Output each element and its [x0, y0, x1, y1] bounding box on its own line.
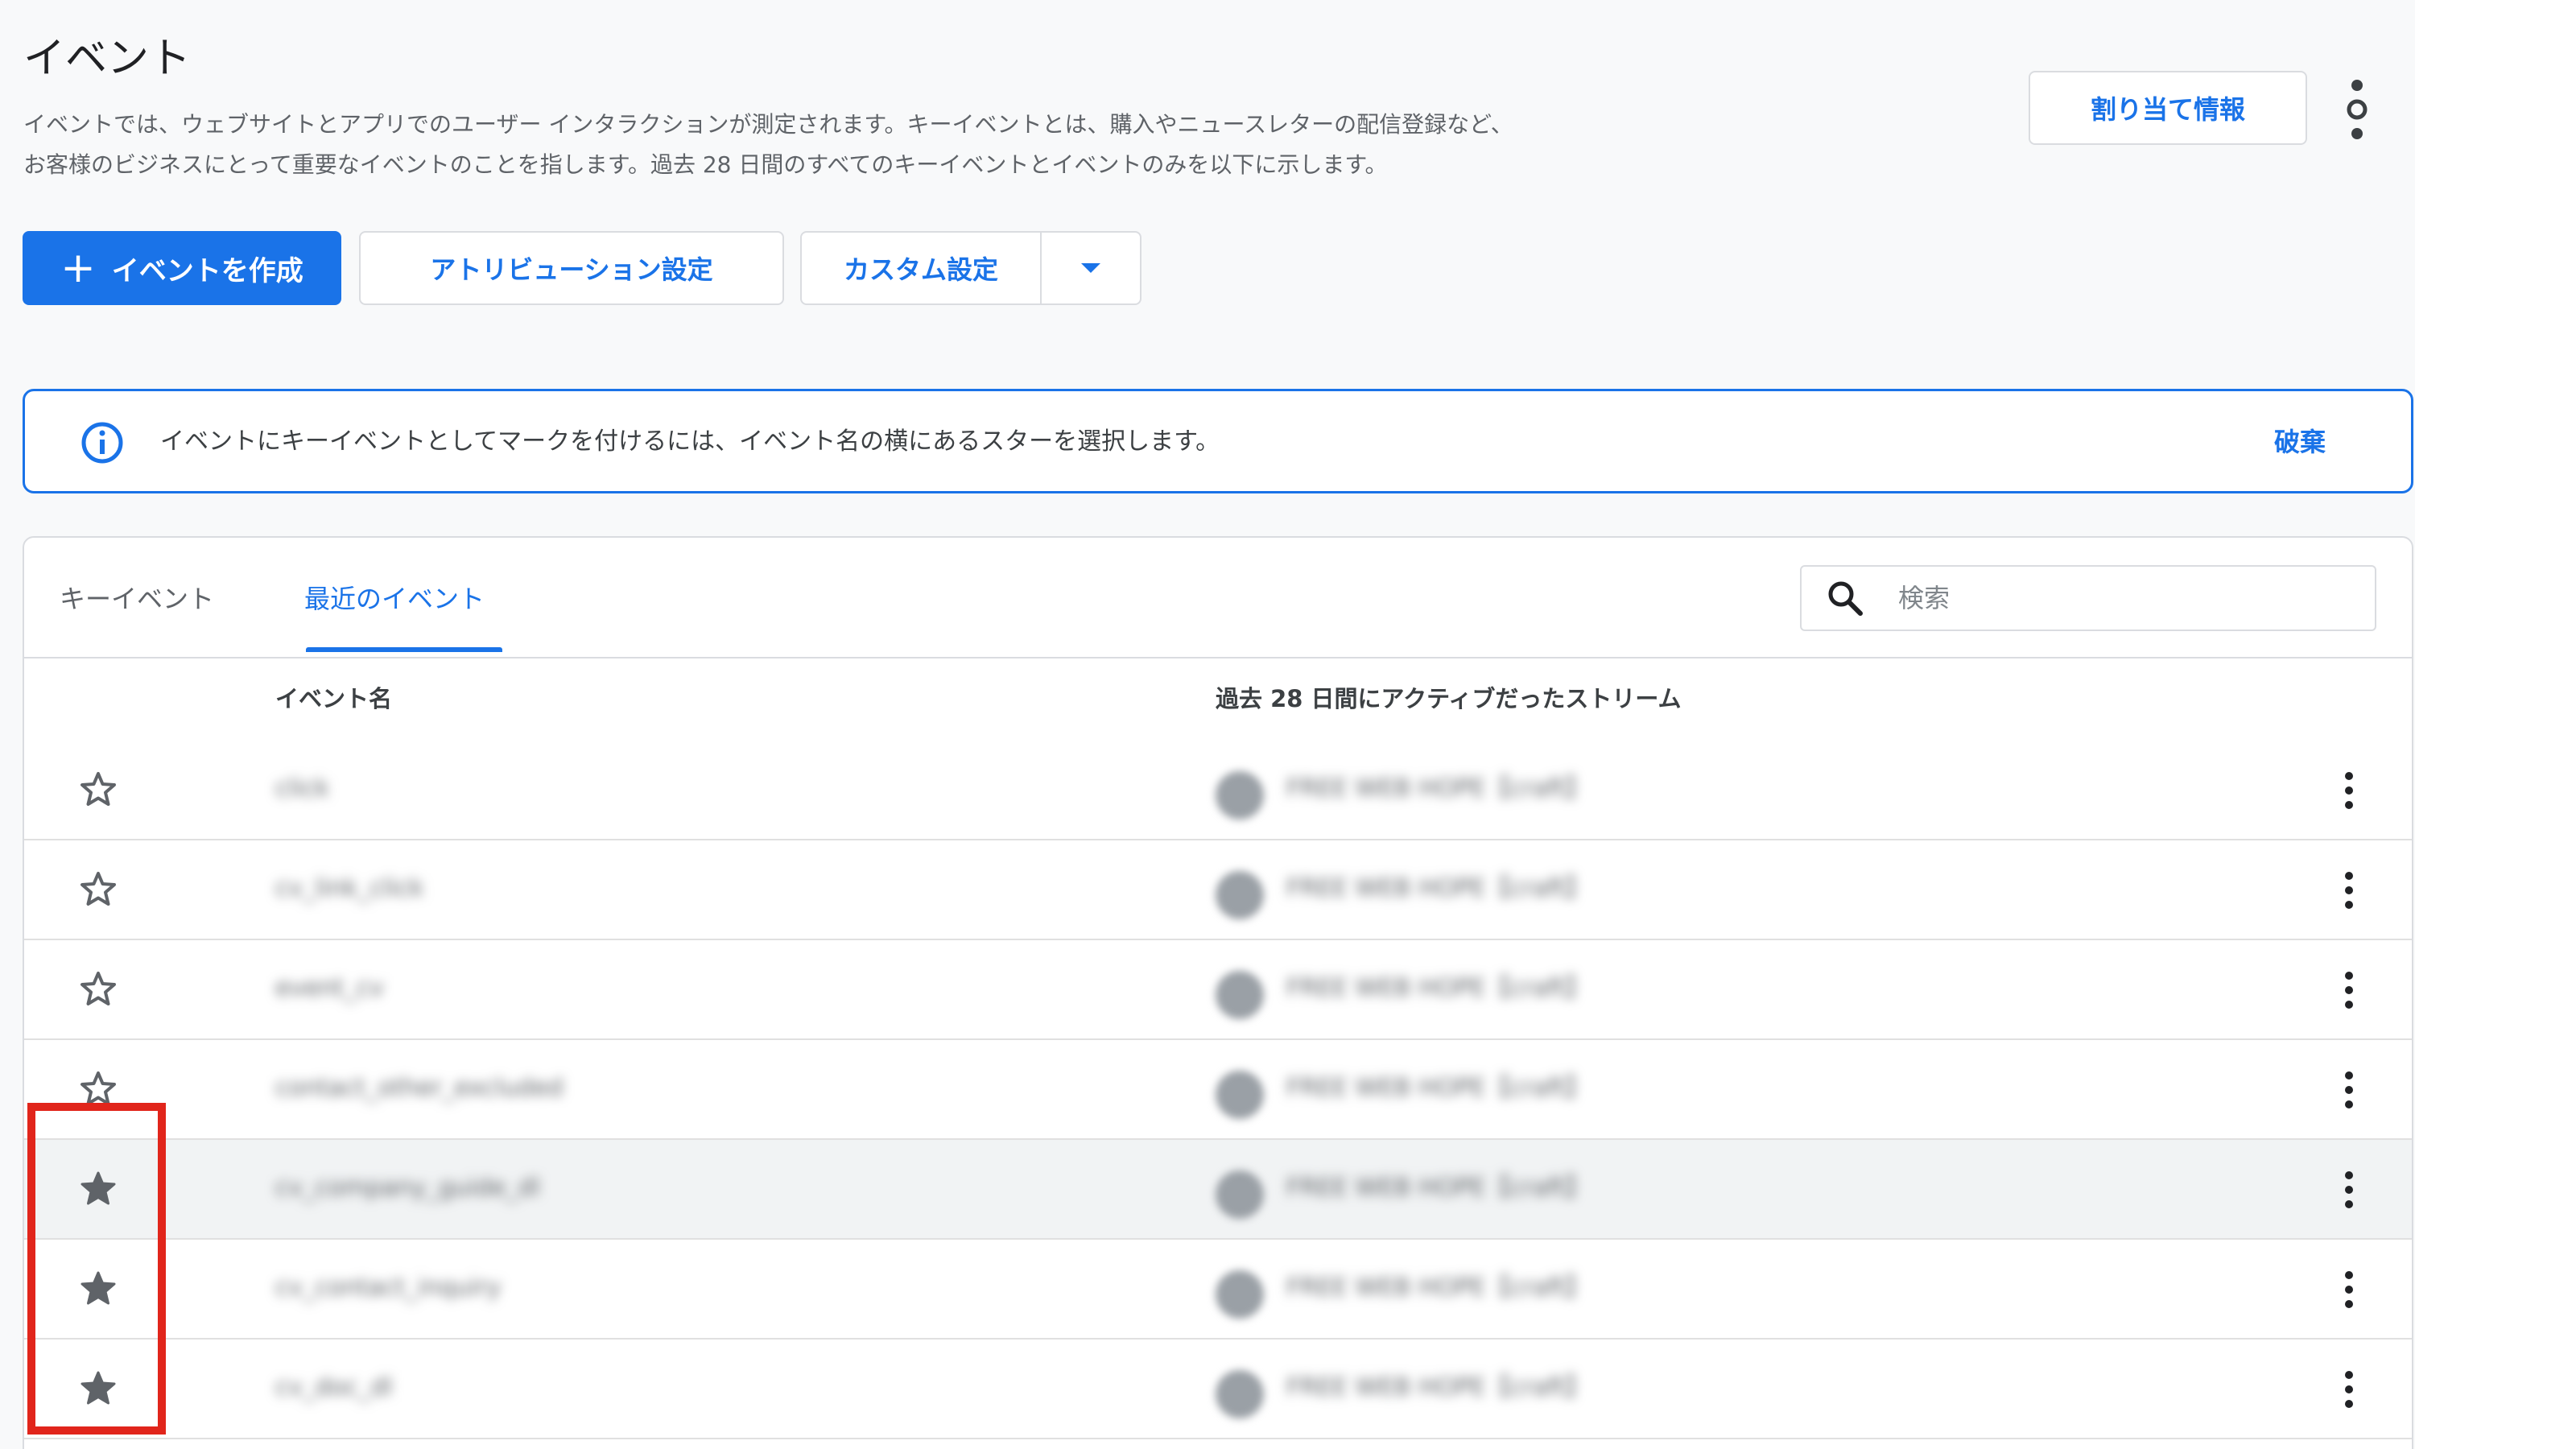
active-tab-indicator — [306, 647, 502, 652]
plus-icon: + — [60, 244, 96, 292]
table-row[interactable]: cv_link_click FREE WEB HOPE【craft】 — [24, 840, 2412, 940]
info-banner: イベントにキーイベントとしてマークを付けるには、イベント名の横にあるスターを選択… — [23, 389, 2413, 493]
page: イベント イベントでは、ウェブサイトとアプリでのユーザー インタラクションが測定… — [0, 0, 2576, 1449]
more-vert-icon[interactable] — [2333, 969, 2365, 1011]
table-row[interactable]: cv_contact_inquiry FREE WEB HOPE【craft】 — [24, 1240, 2412, 1340]
event-name-cell[interactable]: cv_link_click — [275, 873, 423, 905]
stream-name-cell: FREE WEB HOPE【craft】 — [1286, 1274, 1590, 1302]
attribution-info-button[interactable]: 割り当て情報 — [2029, 71, 2307, 145]
tab-bar: キーイベント 最近のイベント — [24, 538, 2412, 658]
star-outline-icon[interactable] — [76, 1067, 121, 1112]
more-vert-icon[interactable] — [2333, 770, 2365, 811]
event-rows: click FREE WEB HOPE【craft】 cv_link_click FR… — [24, 741, 2412, 1439]
search-icon — [1828, 581, 1863, 616]
more-vert-icon[interactable] — [2333, 1069, 2365, 1111]
stream-avatar — [1216, 771, 1264, 819]
page-description-line-1: イベントでは、ウェブサイトとアプリでのユーザー インタラクションが測定されます。… — [23, 111, 1513, 138]
star-filled-icon[interactable] — [76, 1166, 121, 1212]
stream-avatar — [1216, 1071, 1264, 1119]
custom-settings-dropdown[interactable] — [1042, 233, 1140, 303]
custom-settings-button[interactable]: カスタム設定 — [802, 233, 1042, 303]
event-name-cell[interactable]: cv_doc_dl — [275, 1372, 393, 1404]
page-title: イベント — [23, 35, 192, 83]
table-row[interactable]: event_cv FREE WEB HOPE【craft】 — [24, 940, 2412, 1040]
more-vert-icon[interactable] — [2333, 1169, 2365, 1211]
table-row[interactable]: cv_doc_dl FREE WEB HOPE【craft】 — [24, 1340, 2412, 1439]
page-description-line-2: お客様のビジネスにとって重要なイベントのことを指します。過去 28 日間のすべて… — [23, 151, 1388, 178]
stream-avatar — [1216, 1170, 1264, 1219]
tab-key-events[interactable]: キーイベント — [60, 581, 214, 617]
info-banner-text: イベントにキーイベントとしてマークを付けるには、イベント名の横にあるスターを選択… — [160, 427, 1220, 456]
table-row[interactable]: contact_other_excluded FREE WEB HOPE【craf… — [24, 1040, 2412, 1140]
stream-name-cell: FREE WEB HOPE【craft】 — [1286, 774, 1590, 803]
star-filled-icon[interactable] — [76, 1366, 121, 1411]
more-vert-icon[interactable] — [2333, 869, 2365, 911]
column-header-stream[interactable]: 過去 28 日間にアクティブだったストリーム — [1216, 683, 1682, 715]
star-outline-icon[interactable] — [76, 967, 121, 1012]
stream-avatar — [1216, 971, 1264, 1019]
search-box — [1800, 565, 2376, 631]
tab-recent-events[interactable]: 最近のイベント — [304, 581, 485, 617]
stream-name-cell: FREE WEB HOPE【craft】 — [1286, 1373, 1590, 1402]
search-input[interactable] — [1897, 582, 2302, 614]
vertical-dots-icon[interactable] — [2334, 77, 2380, 142]
events-card: キーイベント 最近のイベント イベント名 過去 28 日間にアクティブだったスト… — [23, 536, 2413, 1449]
create-event-label: イベントを作成 — [111, 254, 303, 287]
more-vert-icon[interactable] — [2333, 1368, 2365, 1410]
column-header-event-name[interactable]: イベント名 — [275, 683, 392, 715]
star-filled-icon[interactable] — [76, 1266, 121, 1311]
event-name-cell[interactable]: contact_other_excluded — [275, 1072, 564, 1104]
create-event-button[interactable]: + イベントを作成 — [23, 231, 341, 305]
caret-down-icon — [1081, 263, 1100, 273]
event-name-cell[interactable]: event_cv — [275, 972, 384, 1005]
star-outline-icon[interactable] — [76, 867, 121, 912]
page-description: イベントでは、ウェブサイトとアプリでのユーザー インタラクションが測定されます。… — [23, 105, 1988, 185]
stream-avatar — [1216, 871, 1264, 919]
attribution-settings-button[interactable]: アトリビューション設定 — [359, 231, 784, 305]
table-row[interactable]: click FREE WEB HOPE【craft】 — [24, 741, 2412, 840]
stream-name-cell: FREE WEB HOPE【craft】 — [1286, 1074, 1590, 1102]
star-outline-icon[interactable] — [76, 767, 121, 812]
event-name-cell[interactable]: cv_contact_inquiry — [275, 1272, 501, 1304]
table-header: イベント名 過去 28 日間にアクティブだったストリーム — [24, 657, 2412, 742]
stream-name-cell: FREE WEB HOPE【craft】 — [1286, 874, 1590, 902]
table-row[interactable]: cv_company_guide_dl FREE WEB HOPE【craft】 — [24, 1140, 2412, 1240]
dismiss-button[interactable]: 破棄 — [2274, 422, 2326, 462]
stream-avatar — [1216, 1370, 1264, 1418]
stream-name-cell: FREE WEB HOPE【craft】 — [1286, 974, 1590, 1002]
more-vert-icon[interactable] — [2333, 1269, 2365, 1311]
stream-avatar — [1216, 1270, 1264, 1319]
event-name-cell[interactable]: click — [275, 773, 329, 805]
stream-name-cell: FREE WEB HOPE【craft】 — [1286, 1174, 1590, 1202]
custom-settings-split-button: カスタム設定 — [800, 231, 1141, 305]
info-icon — [81, 422, 123, 464]
event-name-cell[interactable]: cv_company_guide_dl — [275, 1172, 540, 1204]
